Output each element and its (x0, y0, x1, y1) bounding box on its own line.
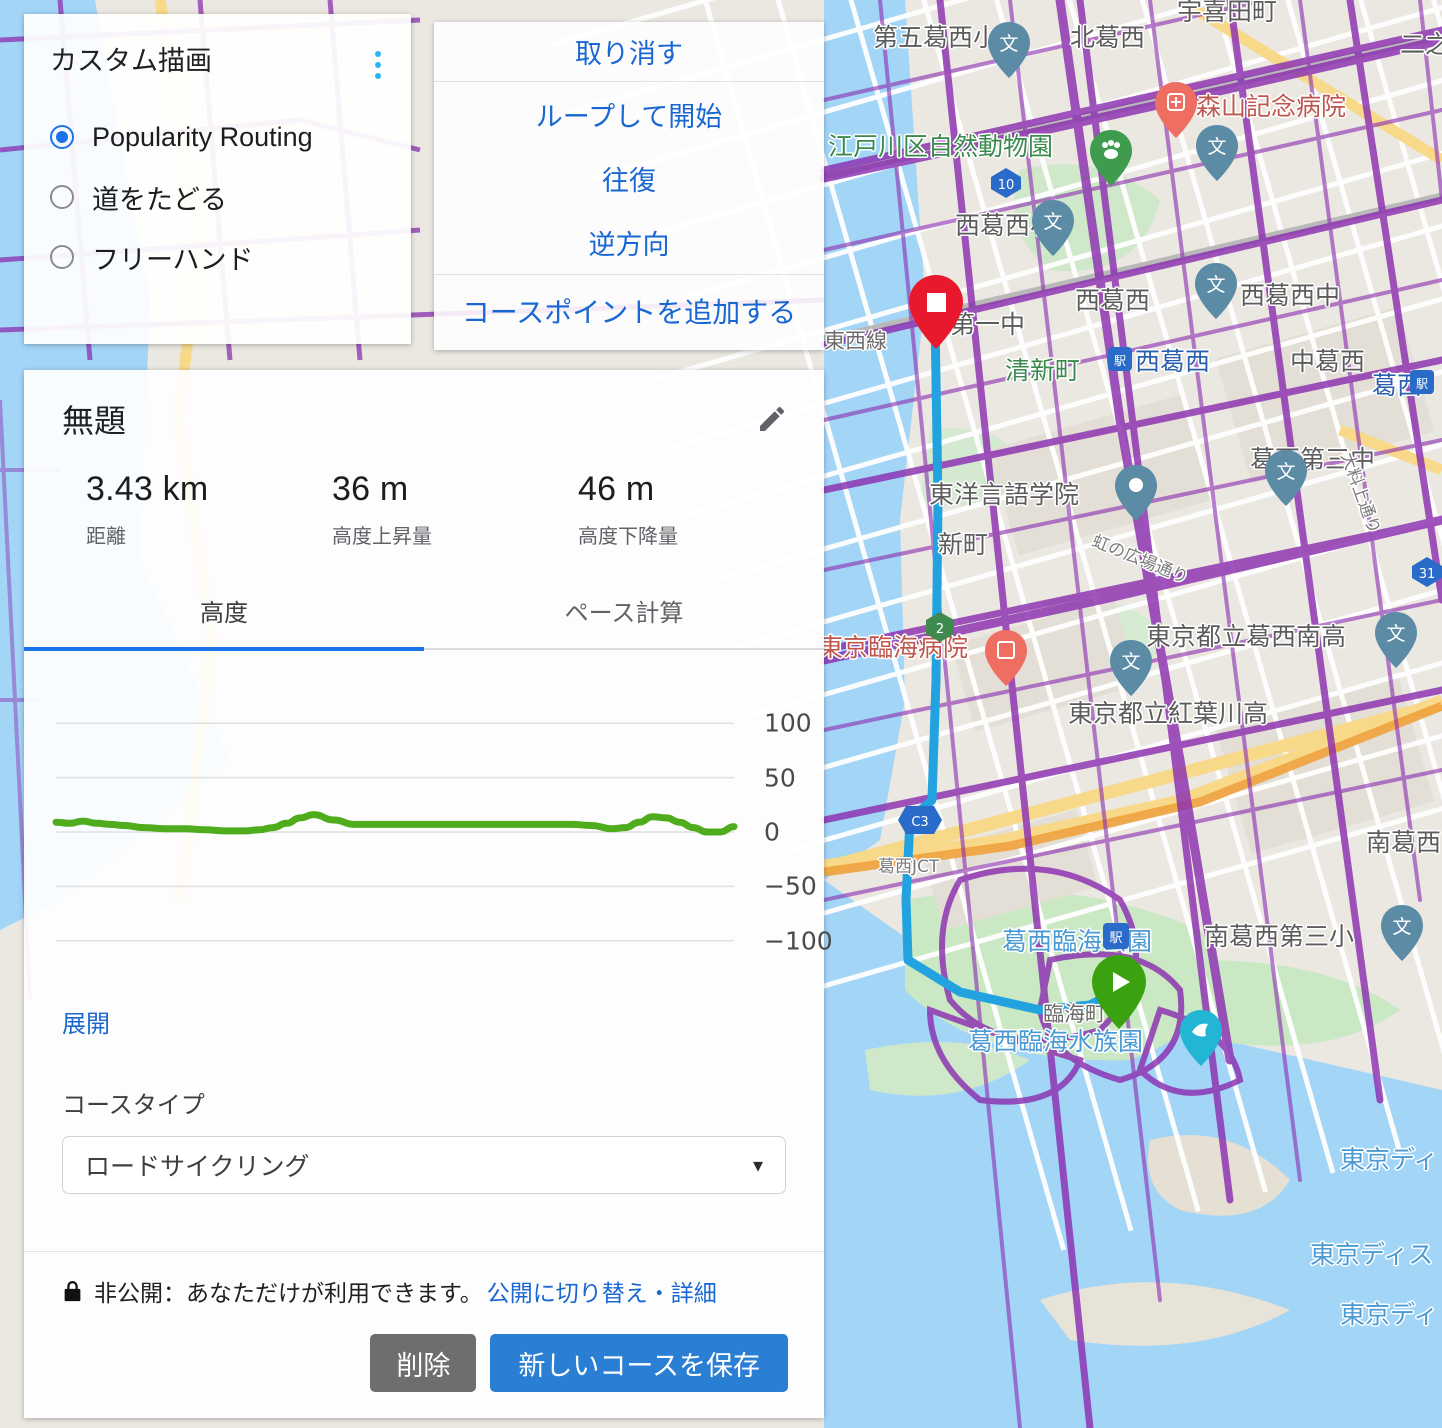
course-type-label: コースタイプ (62, 1085, 786, 1120)
save-course-button[interactable]: 新しいコースを保存 (490, 1334, 788, 1392)
chart-y-tick-label: −100 (764, 926, 833, 955)
menu-item-loop-start[interactable]: ループして開始 (434, 82, 824, 146)
app-root: 第五葛西小 北葛西 宇喜田町 二之江 森山記念病院 江戸川区自然動物園 西葛西小… (0, 0, 1442, 1428)
privacy-row: 非公開：あなただけが利用できます。 公開に切り替え・詳細 (62, 1274, 788, 1308)
menu-item-add-coursepoint[interactable]: コースポイントを追加する (434, 274, 824, 346)
course-footer: 非公開：あなただけが利用できます。 公開に切り替え・詳細 削除 新しいコースを保… (24, 1251, 824, 1418)
course-type-select[interactable]: ロードサイクリング ▾ (62, 1136, 786, 1194)
tab-elevation[interactable]: 高度 (24, 583, 424, 648)
expand-row: 展開 (24, 998, 824, 1039)
radio-popularity-routing[interactable]: Popularity Routing (50, 107, 411, 167)
elevation-chart-svg (24, 668, 824, 998)
course-type-section: コースタイプ ロードサイクリング ▾ (24, 1039, 824, 1194)
footer-buttons: 削除 新しいコースを保存 (62, 1334, 788, 1392)
stat-value: 46 m (578, 470, 824, 509)
custom-draw-panel: カスタム描画 Popularity Routing 道をたどる フリーハンド (24, 14, 411, 344)
course-title: 無題 (62, 396, 126, 442)
radio-freehand[interactable]: フリーハンド (50, 227, 411, 287)
menu-item-undo[interactable]: 取り消す (434, 22, 824, 82)
stat-value: 3.43 km (86, 470, 332, 509)
radio-label: フリーハンド (92, 238, 253, 277)
stat-value: 36 m (332, 470, 578, 509)
elevation-chart[interactable]: 100500−50−100 (24, 668, 824, 998)
menu-item-reverse[interactable]: 逆方向 (434, 210, 824, 274)
privacy-text: 非公開：あなただけが利用できます。 (94, 1274, 483, 1308)
chart-y-tick-label: 0 (764, 818, 780, 847)
stat-elevation-loss: 46 m 高度下降量 (578, 470, 824, 549)
course-title-row: 無題 (24, 370, 824, 442)
course-details-panel: 無題 3.43 km 距離 36 m 高度上昇量 46 m 高度下降量 高度 ペ… (24, 370, 824, 1418)
expand-link[interactable]: 展開 (62, 1004, 110, 1039)
radio-selected-icon (50, 125, 74, 149)
elevation-line (56, 815, 734, 832)
stat-distance: 3.43 km 距離 (86, 470, 332, 549)
tab-pace-calculator[interactable]: ペース計算 (424, 583, 824, 648)
menu-item-out-and-back[interactable]: 往復 (434, 146, 824, 210)
course-type-value: ロードサイクリング (85, 1147, 310, 1183)
chart-y-tick-label: 100 (764, 709, 812, 738)
tab-active-indicator (24, 647, 424, 651)
kebab-menu-icon[interactable] (365, 48, 391, 79)
stat-elevation-gain: 36 m 高度上昇量 (332, 470, 578, 549)
course-tabs: 高度 ペース計算 (24, 583, 824, 648)
radio-follow-roads[interactable]: 道をたどる (50, 167, 411, 227)
course-stats: 3.43 km 距離 36 m 高度上昇量 46 m 高度下降量 (86, 442, 824, 549)
radio-label: Popularity Routing (92, 122, 313, 153)
stat-label: 距離 (86, 520, 332, 549)
route-action-menu: 取り消す ループして開始 往復 逆方向 コースポイントを追加する (434, 22, 824, 350)
stat-label: 高度下降量 (578, 520, 824, 549)
privacy-toggle-link[interactable]: 公開に切り替え・詳細 (487, 1274, 717, 1308)
tab-underline (24, 648, 824, 650)
pencil-icon[interactable] (756, 403, 788, 435)
panel-title: カスタム描画 (50, 48, 212, 75)
radio-unselected-icon (50, 245, 74, 269)
radio-unselected-icon (50, 185, 74, 209)
chart-y-tick-label: −50 (764, 872, 817, 901)
lock-icon (62, 1279, 83, 1304)
draw-mode-radio-group: Popularity Routing 道をたどる フリーハンド (24, 79, 411, 287)
delete-button[interactable]: 削除 (370, 1334, 476, 1392)
chart-y-tick-label: 50 (764, 763, 796, 792)
stat-label: 高度上昇量 (332, 520, 578, 549)
chevron-down-icon: ▾ (753, 1153, 763, 1178)
radio-label: 道をたどる (92, 178, 227, 217)
custom-draw-header: カスタム描画 (24, 14, 411, 79)
chart-gridlines (56, 723, 734, 941)
